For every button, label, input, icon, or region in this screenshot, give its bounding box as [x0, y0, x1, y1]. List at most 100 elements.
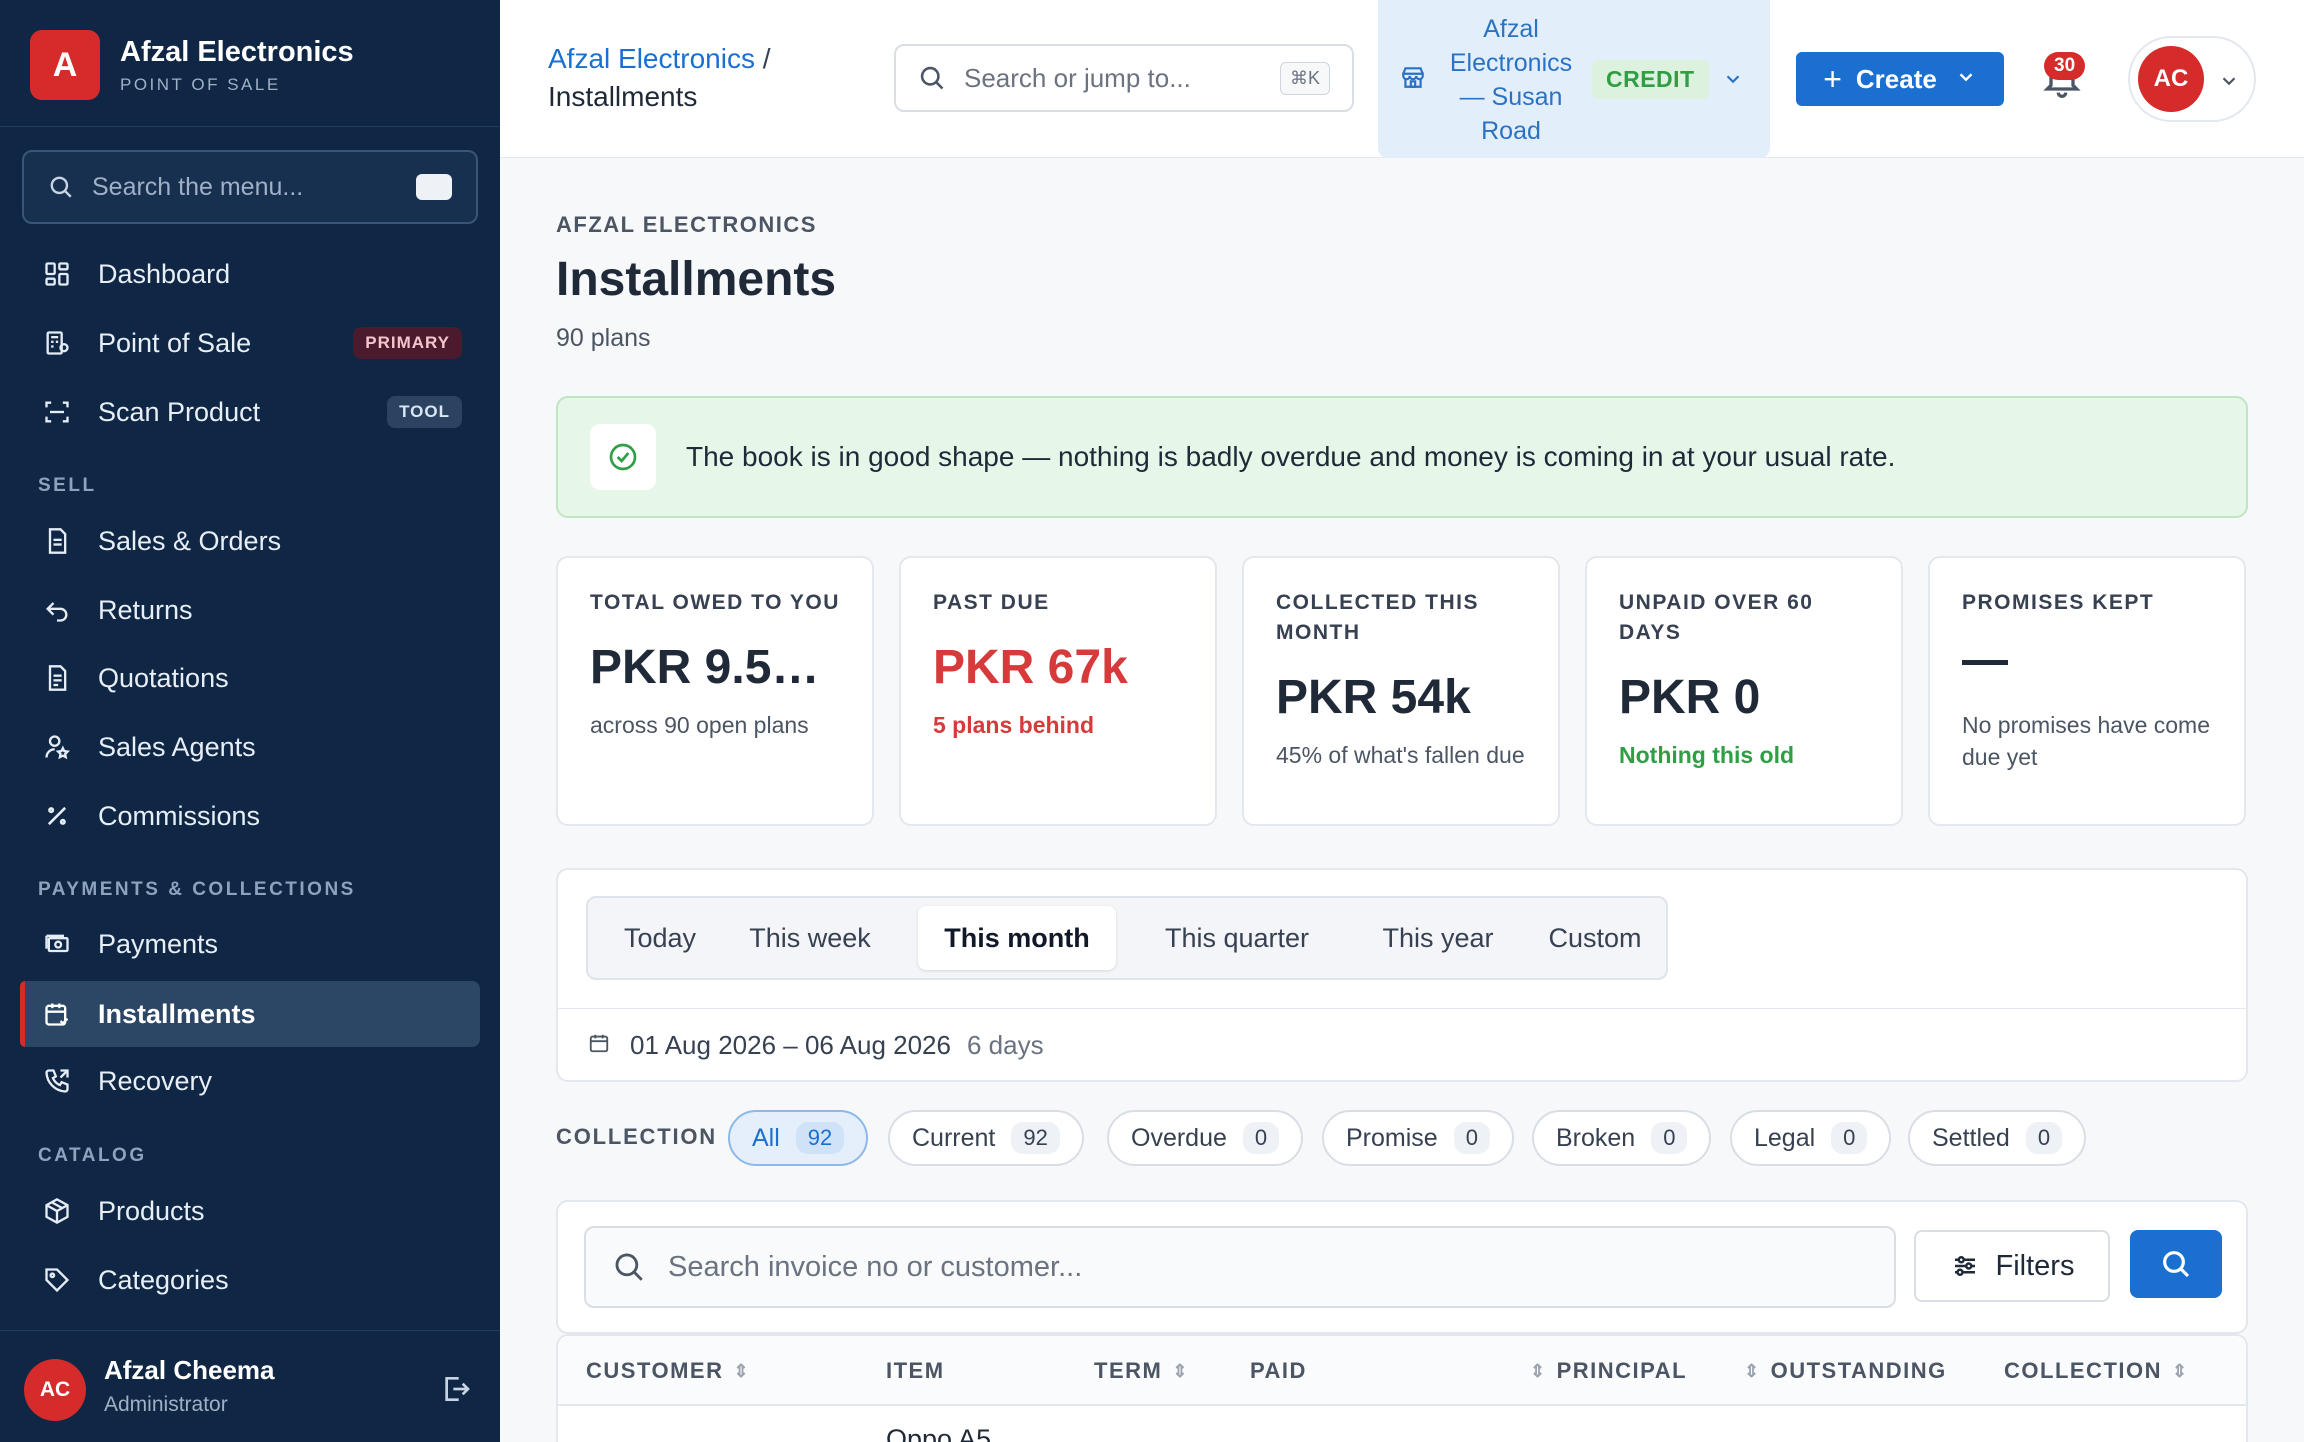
section-payments-collections: PAYMENTS & COLLECTIONS — [38, 879, 356, 900]
agent-icon — [42, 732, 72, 762]
user-menu[interactable]: AC — [2128, 36, 2256, 122]
stat-card-total-owed: TOTAL OWED TO YOU PKR 9.5… across 90 ope… — [556, 556, 874, 826]
column-label: PRINCIPAL — [1556, 1358, 1688, 1383]
chip-count: 0 — [2025, 1122, 2063, 1154]
chip-count: 92 — [1011, 1122, 1060, 1154]
sidebar-item-sales-agents[interactable]: Sales Agents — [20, 714, 480, 780]
sidebar-item-installments[interactable]: Installments — [20, 981, 480, 1047]
filter-chip-legal[interactable]: Legal 0 — [1730, 1110, 1892, 1166]
chip-label: Broken — [1556, 1123, 1636, 1152]
stat-label: COLLECTED THIS MONTH — [1276, 591, 1479, 644]
logout-icon[interactable] — [440, 1373, 472, 1410]
tab-this-month[interactable]: This month — [918, 906, 1116, 970]
filter-chip-overdue[interactable]: Overdue 0 — [1107, 1110, 1304, 1166]
brand[interactable]: A Afzal Electronics POINT OF SALE — [30, 30, 354, 100]
filters-button[interactable]: Filters — [1914, 1230, 2110, 1302]
column-paid: PAID — [1250, 1358, 1307, 1384]
sidebar-item-label: Scan Product — [98, 396, 261, 427]
column-customer[interactable]: CUSTOMER ⇕ — [586, 1358, 750, 1384]
column-outstanding[interactable]: ⇕ OUTSTANDING — [1744, 1358, 1947, 1384]
register-icon — [42, 328, 72, 358]
chip-count: 0 — [1453, 1122, 1490, 1154]
tab-custom[interactable]: Custom — [1528, 906, 1662, 970]
sidebar-item-label: Point of Sale — [98, 327, 252, 358]
sidebar-item-commissions[interactable]: Commissions — [20, 783, 480, 849]
chip-count: 0 — [1831, 1122, 1868, 1154]
filter-chip-current[interactable]: Current 92 — [888, 1110, 1084, 1166]
sidebar-item-point-of-sale[interactable]: Point of Sale PRIMARY — [20, 310, 480, 376]
document-icon — [42, 526, 72, 556]
stat-value: PKR 9.5… — [590, 641, 820, 694]
stat-label: UNPAID OVER 60 DAYS — [1619, 591, 1814, 644]
sort-icon: ⇕ — [1530, 1360, 1547, 1381]
tab-this-week[interactable]: This week — [728, 906, 892, 970]
column-label: CUSTOMER — [586, 1358, 724, 1383]
calendar-icon — [588, 1030, 610, 1061]
sidebar-item-payments[interactable]: Payments — [20, 911, 480, 977]
period-tabs: Today This week This month This quarter … — [586, 896, 1668, 980]
filter-chip-all[interactable]: All 92 — [728, 1110, 869, 1166]
stat-detail: 45% of what's fallen due — [1276, 742, 1525, 768]
sidebar-user: AC Afzal Cheema Administrator — [0, 1330, 500, 1442]
filter-chip-promise[interactable]: Promise 0 — [1322, 1110, 1514, 1166]
stat-card-promises-kept: PROMISES KEPT No promises have come due … — [1928, 556, 2246, 826]
column-term[interactable]: TERM ⇕ — [1094, 1358, 1189, 1384]
menu-search-input[interactable]: Search the menu... — [22, 150, 478, 224]
sidebar-item-categories[interactable]: Categories — [20, 1247, 480, 1313]
primary-badge: PRIMARY — [353, 327, 462, 359]
create-button[interactable]: + Create — [1796, 52, 2004, 106]
sidebar-item-label: Products — [98, 1195, 205, 1226]
table-header: CUSTOMER ⇕ ITEM TERM ⇕ PAID ⇕ PRINCIPAL ⇕ OU… — [558, 1336, 2246, 1406]
sidebar-item-quotations[interactable]: Quotations — [20, 645, 480, 711]
chip-label: Legal — [1754, 1123, 1816, 1152]
chip-label: Current — [912, 1123, 996, 1152]
search-icon — [920, 66, 944, 90]
tab-this-quarter[interactable]: This quarter — [1126, 906, 1348, 970]
date-range-days: 6 days — [966, 1030, 1044, 1060]
breadcrumb-parent-link[interactable]: Afzal Electronics — [548, 43, 755, 74]
chip-label: Overdue — [1131, 1123, 1227, 1152]
breadcrumb-separator: / — [762, 43, 771, 74]
sort-icon: ⇕ — [733, 1360, 751, 1381]
global-search-placeholder: Search or jump to... — [964, 62, 1191, 93]
sidebar-item-scan-product[interactable]: Scan Product TOOL — [20, 379, 480, 445]
global-search-input[interactable]: Search or jump to... ⌘K — [894, 44, 1354, 112]
column-collection[interactable]: COLLECTION ⇕ — [2004, 1358, 2189, 1384]
stat-card-unpaid-60: UNPAID OVER 60 DAYS PKR 0 Nothing this o… — [1585, 556, 1903, 826]
sidebar-item-returns[interactable]: Returns — [20, 577, 480, 643]
banner-message: The book is in good shape — nothing is b… — [686, 441, 1896, 472]
page-subtitle: 90 plans — [556, 324, 651, 352]
tab-this-year[interactable]: This year — [1358, 906, 1518, 970]
sidebar-item-products[interactable]: Products — [20, 1178, 480, 1244]
sidebar-item-label: Payments — [98, 928, 219, 959]
cash-icon — [42, 929, 72, 959]
brand-logo: A — [30, 30, 100, 100]
section-sell: SELL — [38, 475, 97, 496]
credit-badge: CREDIT — [1592, 60, 1709, 99]
store-name: Afzal Electronics — Susan Road — [1449, 15, 1573, 145]
stat-detail: No promises have come due yet — [1962, 712, 2210, 770]
invoice-search-input[interactable]: Search invoice no or customer... — [584, 1226, 1896, 1308]
avatar[interactable]: AC — [24, 1359, 86, 1421]
breadcrumb: Afzal Electronics / Installments — [548, 40, 771, 116]
chip-label: All — [752, 1123, 780, 1152]
store-selector[interactable]: Afzal Electronics — Susan Road CREDIT — [1378, 0, 1770, 158]
sidebar-item-dashboard[interactable]: Dashboard — [20, 241, 480, 307]
search-submit-button[interactable] — [2130, 1230, 2222, 1298]
avatar: AC — [2138, 46, 2204, 112]
column-label: PAID — [1250, 1358, 1307, 1383]
filter-chip-broken[interactable]: Broken 0 — [1532, 1110, 1712, 1166]
sidebar-item-label: Sales Agents — [98, 731, 256, 762]
tab-today[interactable]: Today — [594, 906, 726, 970]
sidebar-item-label: Installments — [98, 998, 256, 1029]
sidebar-item-sales-orders[interactable]: Sales & Orders — [20, 508, 480, 574]
list-toolbar: Search invoice no or customer... Filters — [556, 1200, 2248, 1334]
table-row-item-peek: Oppo A5 — [886, 1424, 992, 1442]
shortcut-hint: ⌘K — [1279, 61, 1330, 95]
filter-chip-settled[interactable]: Settled 0 — [1908, 1110, 2087, 1166]
sidebar-item-recovery[interactable]: Recovery — [20, 1048, 480, 1114]
notification-count-badge: 30 — [2044, 52, 2086, 80]
search-icon — [50, 176, 72, 198]
column-principal[interactable]: ⇕ PRINCIPAL — [1530, 1358, 1687, 1384]
filters-label: Filters — [1995, 1249, 2075, 1282]
